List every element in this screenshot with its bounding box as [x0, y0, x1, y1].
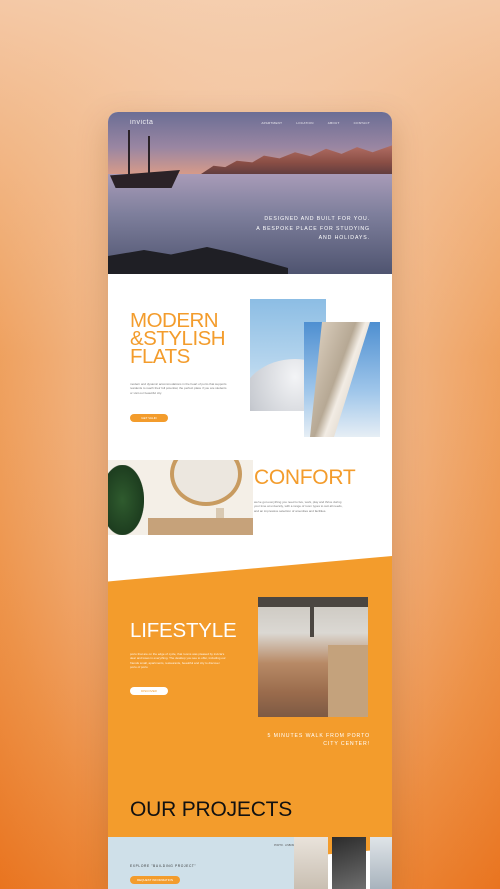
boat [110, 170, 180, 188]
hero-tagline: DESIGNED AND BUILT FOR YOU. A BESPOKE PL… [256, 215, 370, 244]
hero-section: invicta APARTMENT LOCATION ABOUT CONTACT… [108, 112, 392, 274]
hero-line-3: AND HOLIDAYS. [318, 235, 370, 241]
project-image-2[interactable] [332, 837, 366, 889]
nav-item-about[interactable]: ABOUT [328, 121, 340, 125]
modern-title-line-3: FLATS [130, 345, 190, 368]
get-valid-button[interactable]: GET VALID [130, 414, 168, 422]
project-image-1[interactable] [294, 837, 328, 889]
nav-item-contact[interactable]: CONTACT [354, 121, 370, 125]
hero-line-2: A BESPOKE PLACE FOR STUDYING [256, 225, 370, 232]
confort-title: CONFORT [254, 466, 356, 489]
lifestyle-title: LIFESTYLE [130, 619, 237, 642]
boat-mast [148, 136, 150, 174]
modern-body-text: modern and dynamic accommodations in the… [130, 382, 227, 395]
nav-item-location[interactable]: LOCATION [296, 121, 314, 125]
confort-body-text: we've got everything you need to live, w… [254, 500, 343, 513]
boat-mast [128, 130, 130, 174]
hero-town-skyline [198, 145, 392, 176]
projects-title: OUR PROJECTS [130, 798, 293, 821]
brand-logo[interactable]: invicta [130, 119, 153, 126]
interior-room-image [108, 460, 253, 535]
request-information-button[interactable]: REQUEST INFORMATION [130, 876, 180, 884]
caption-line-1: 5 MINUTES WALK FROM PORTO [267, 733, 370, 739]
porto-building [328, 645, 368, 717]
window-frame-mullion [310, 597, 314, 637]
porto-view-image [258, 597, 368, 717]
round-mirror [170, 460, 242, 506]
wooden-shelf [148, 518, 253, 535]
discover-button[interactable]: DISCOVER [130, 687, 168, 695]
location-caption: 5 MINUTES WALK FROM PORTO CITY CENTER! [267, 732, 370, 748]
nav-item-apartment[interactable]: APARTMENT [261, 121, 282, 125]
project-locations: PORTO · LISBON [274, 844, 295, 847]
project-image-3[interactable] [370, 837, 392, 889]
caption-line-2: CITY CENTER! [323, 741, 370, 747]
facade-shape [310, 322, 370, 437]
modern-title: MODERN &STYLISH FLATS [130, 310, 226, 368]
lifestyle-body-text: porto that are on the edge of cycle, tha… [130, 652, 226, 670]
top-nav: APARTMENT LOCATION ABOUT CONTACT [261, 121, 370, 125]
plant [108, 465, 144, 535]
building-facade-image [304, 322, 380, 437]
project-label: EXPLORE "BUILDING PROJECT" [130, 864, 197, 868]
hero-line-1: DESIGNED AND BUILT FOR YOU. [264, 216, 370, 222]
plant-pot [216, 508, 224, 518]
website-mockup-card: invicta APARTMENT LOCATION ABOUT CONTACT… [108, 112, 392, 889]
